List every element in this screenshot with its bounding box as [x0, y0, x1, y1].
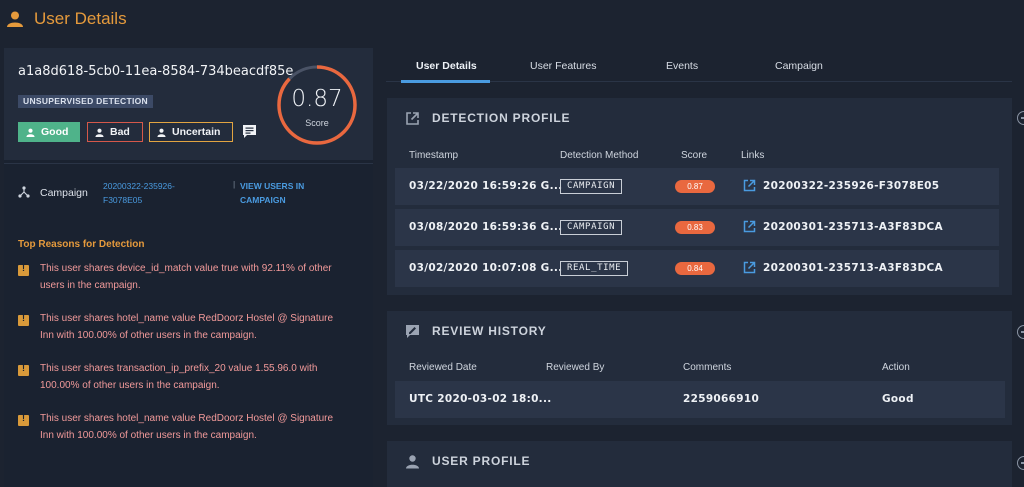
table-row[interactable]: 03/08/2020 16:59:36 G... CAMPAIGN 0.83 2…	[395, 209, 999, 246]
divider	[4, 163, 373, 164]
reason-line: This user shares device_id_match value t…	[40, 263, 332, 274]
campaign-id-link[interactable]: 20200322-235926- F3078E05	[103, 179, 213, 207]
reason-line: users in the campaign.	[40, 280, 141, 291]
reason-line: This user shares hotel_name value RedDoo…	[40, 413, 334, 424]
review-history-header: REVIEW HISTORY	[405, 311, 547, 351]
page-header: User Details	[0, 0, 1024, 38]
campaign-link[interactable]: 20200301-235713-A3F83DCA	[763, 262, 943, 274]
collapse-icon[interactable]	[1017, 325, 1024, 339]
tab-bar: User Details User Features Events Campai…	[386, 52, 1012, 82]
score-pill: 0.84	[675, 262, 715, 275]
reason-line: This user shares transaction_ip_prefix_2…	[40, 363, 318, 374]
warning-icon	[18, 313, 29, 326]
user-icon	[7, 11, 23, 27]
campaign-label: Campaign	[40, 187, 88, 199]
network-icon	[18, 186, 30, 198]
reason-line: Inn with 100.00% of other users in the c…	[40, 330, 257, 341]
detection-profile-title: DETECTION PROFILE	[432, 111, 571, 125]
collapse-icon[interactable]	[1017, 111, 1024, 125]
user-profile-header: USER PROFILE	[405, 441, 530, 481]
view-users-in-campaign-link[interactable]: VIEW USERS IN CAMPAIGN	[240, 179, 340, 207]
label-uncertain-text: Uncertain	[172, 126, 221, 138]
user-profile-panel: USER PROFILE	[387, 441, 1012, 487]
tab-events[interactable]: Events	[666, 60, 698, 72]
campaign-link[interactable]: 20200322-235926-F3078E05	[763, 180, 939, 192]
view-users-line2: CAMPAIGN	[240, 195, 286, 205]
method-tag: CAMPAIGN	[560, 179, 623, 194]
reason-line: 100.00% of other users in the campaign.	[40, 380, 220, 391]
method-tag: REAL_TIME	[560, 261, 629, 276]
campaign-link[interactable]: 20200301-235713-A3F83DCA	[763, 221, 943, 233]
tab-campaign[interactable]: Campaign	[775, 60, 823, 72]
column-header-reviewed-date: Reviewed Date	[409, 362, 477, 373]
user-id: a1a8d618-5cb0-11ea-8584-734beacdf85e	[18, 64, 294, 79]
table-row[interactable]: 03/22/2020 16:59:26 G... CAMPAIGN 0.87 2…	[395, 168, 999, 205]
user-profile-title: USER PROFILE	[432, 454, 531, 468]
action-cell: Good	[882, 393, 914, 405]
external-link-icon[interactable]	[743, 261, 756, 274]
comment-edit-icon	[406, 324, 419, 338]
person-icon	[157, 128, 166, 137]
score-pill: 0.83	[675, 221, 715, 234]
reason-line: This user shares hotel_name value RedDoo…	[40, 313, 334, 324]
timestamp-cell: 03/02/2020 10:07:08 G...	[409, 262, 563, 274]
person-icon	[95, 128, 104, 137]
table-row[interactable]: 03/02/2020 10:07:08 G... REAL_TIME 0.84 …	[395, 250, 999, 287]
detection-profile-panel: DETECTION PROFILE Timestamp Detection Me…	[387, 98, 1012, 295]
timestamp-cell: 03/22/2020 16:59:26 G...	[409, 180, 563, 192]
review-history-title: REVIEW HISTORY	[432, 324, 547, 338]
column-header-reviewed-by: Reviewed By	[546, 362, 605, 373]
method-tag: CAMPAIGN	[560, 220, 623, 235]
reasons-title: Top Reasons for Detection	[18, 239, 145, 250]
label-bad-text: Bad	[110, 126, 130, 138]
active-tab-indicator	[401, 80, 490, 83]
column-header-comments: Comments	[683, 362, 732, 373]
column-header-timestamp: Timestamp	[409, 150, 459, 161]
campaign-row: Campaign 20200322-235926- F3078E05 | VIE…	[18, 178, 368, 208]
score-value: 0.87	[291, 86, 343, 112]
reason-text: This user shares hotel_name value RedDoo…	[40, 310, 360, 344]
column-header-score: Score	[681, 150, 708, 161]
external-link-icon	[406, 111, 419, 125]
warning-icon	[18, 363, 29, 376]
reviewed-date-cell: UTC 2020-03-02 18:0...	[409, 393, 552, 405]
column-header-detection-method: Detection Method	[560, 150, 639, 161]
warning-icon	[18, 413, 29, 426]
column-header-action: Action	[882, 362, 910, 373]
tab-user-features[interactable]: User Features	[530, 60, 597, 72]
label-good-button[interactable]: Good	[18, 122, 80, 142]
view-users-line1: VIEW USERS IN	[240, 181, 305, 191]
reason-text: This user shares transaction_ip_prefix_2…	[40, 360, 360, 394]
table-row[interactable]: UTC 2020-03-02 18:0... 2259066910 Good	[395, 381, 1005, 418]
label-good-text: Good	[41, 126, 69, 138]
reason-text: This user shares hotel_name value RedDoo…	[40, 410, 360, 444]
column-header-links: Links	[741, 150, 765, 161]
detection-profile-header: DETECTION PROFILE	[405, 98, 570, 138]
person-icon	[26, 128, 35, 137]
comment-icon[interactable]	[242, 124, 257, 139]
user-id-card: a1a8d618-5cb0-11ea-8584-734beacdf85e UNS…	[4, 48, 373, 160]
score-label: Score	[305, 118, 329, 128]
campaign-id-line2: F3078E05	[103, 195, 143, 205]
page-title: User Details	[34, 9, 127, 28]
tab-user-details[interactable]: User Details	[416, 60, 477, 72]
reason-text: This user shares device_id_match value t…	[40, 260, 360, 294]
collapse-icon[interactable]	[1017, 456, 1024, 470]
label-uncertain-button[interactable]: Uncertain	[149, 122, 233, 142]
external-link-icon[interactable]	[743, 179, 756, 192]
separator: |	[233, 179, 236, 189]
warning-icon	[18, 263, 29, 276]
timestamp-cell: 03/08/2020 16:59:36 G...	[409, 221, 563, 233]
reason-line: Inn with 100.00% of other users in the c…	[40, 430, 257, 441]
user-summary-panel: a1a8d618-5cb0-11ea-8584-734beacdf85e UNS…	[4, 48, 373, 487]
label-bad-button[interactable]: Bad	[87, 122, 143, 142]
campaign-id-line1: 20200322-235926-	[103, 181, 175, 191]
external-link-icon[interactable]	[743, 220, 756, 233]
person-icon	[406, 454, 419, 468]
review-history-panel: REVIEW HISTORY Reviewed Date Reviewed By…	[387, 311, 1012, 425]
detection-type-badge: UNSUPERVISED DETECTION	[18, 95, 153, 108]
comments-cell: 2259066910	[683, 393, 760, 405]
score-pill: 0.87	[675, 180, 715, 193]
